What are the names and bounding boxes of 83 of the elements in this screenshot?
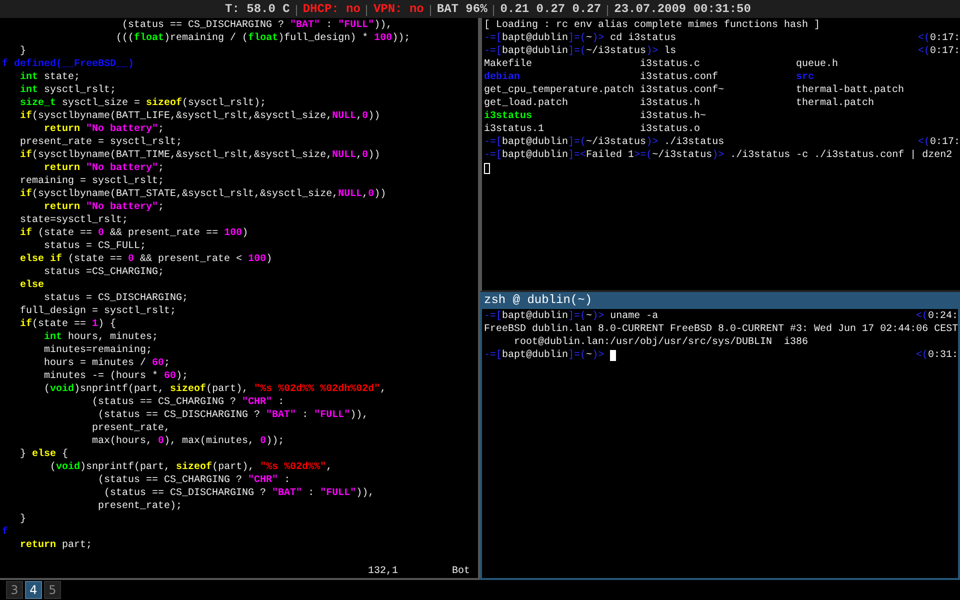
command-line: -=[bapt@dublin]=(~)> [484,349,606,362]
code-line: else if (state == 0 && present_rate < 100) [19,253,272,266]
status-item: 0.21 0.27 0.27 [500,2,602,16]
code-line: size_t sysctl_size = sizeof(sysctl_rslt); [19,97,266,110]
code-line: present_rate = sysctl_rslt; [19,136,182,149]
code-line: if(state == 1) { [19,318,116,331]
timestamp: <(0:31: [916,349,958,362]
code-line: minutes=remaining; [43,344,152,357]
code-line: } else { [19,448,68,461]
cursor-position: 132,1 [368,565,398,578]
file-name: i3status.1 [484,123,544,136]
code-line: (status == CS_CHARGING ? "CHR" : [91,396,284,409]
code-line: if(sysctlbyname(BATT_STATE,&sysctl_rslt,&sysctl_size,NULL,0)) [19,188,386,201]
output-line: root@dublin.lan:/usr/obj/usr/src/sys/DUBLIN i386 [513,336,808,349]
file-name: i3status.h [640,97,700,110]
file-name: src [796,71,814,84]
code-line: f [2,526,8,539]
file-name: i3status.h~ [640,110,706,123]
window-title: zsh @ dublin(~) [482,292,958,309]
code-line: } [19,45,26,58]
file-name: debian [484,71,520,84]
code-line: if(sysctlbyname(BATT_LIFE,&sysctl_rslt,&sysctl_size,NULL,0)) [19,110,380,123]
code-line: state=sysctl_rslt; [19,214,128,227]
code-line: f defined(__FreeBSD__) [2,58,134,71]
timestamp: <(0:17: [918,32,960,45]
code-line: present_rate); [97,500,182,513]
code-line: if (state == 0 && present_rate == 100) [19,227,248,240]
code-line: return "No battery"; [43,162,164,175]
command-line: -=[bapt@dublin]=(~/i3status)> ls [484,45,676,58]
file-name: thermal.patch [796,97,874,110]
code-line: (status == CS_DISCHARGING ? "BAT" : "FULL")), [103,487,374,500]
scroll-position: Bot [452,565,470,578]
code-line: minutes -= (hours * 60); [43,370,188,383]
file-name: Makefile [484,58,532,71]
output-line: FreeBSD dublin.lan 8.0-CURRENT FreeBSD 8.0-CURRENT #3: Wed Jun 17 02:44:06 CEST [484,323,958,336]
code-line: if(sysctlbyname(BATT_TIME,&sysctl_rslt,&sysctl_size,NULL,0)) [19,149,380,162]
code-line: full_design = sysctl_rslt; [19,305,176,318]
code-line: (((float)remaining / (float)full_design) * 100)); [115,32,410,45]
timestamp: <(0:17: [918,45,960,58]
file-name: get_load.patch [484,97,568,110]
code-line: return "No battery"; [43,201,164,214]
code-line: (void)snprintf(part, sizeof(part), "%s %02d%% %02dh%02d", [43,383,386,396]
workspace-button[interactable]: 4 [25,581,42,599]
status-item: VPN: no [373,2,424,16]
code-line: status = CS_DISCHARGING; [43,292,188,305]
file-name: queue.h [796,58,838,71]
command-line: -=[bapt@dublin]=<Failed 1>=(~/i3status)> ./i3status -c ./i3status.conf | dzen2 [484,149,952,162]
code-line: status =CS_CHARGING; [44,266,164,279]
output-line: [ Loading : rc env alias complete mimes functions hash ] [484,19,820,32]
file-name: i3status.c [640,58,700,71]
code-line: hours = minutes / 60; [43,357,170,370]
status-item: BAT 96% [436,2,488,16]
code-line: int sysctl_rslt; [19,84,116,97]
code-line: (status == CS_CHARGING ? "CHR" : [97,474,290,487]
workspace-button[interactable]: 3 [6,581,23,599]
command-line: -=[bapt@dublin]=(~)> uname -a [484,310,658,323]
file-name: i3status.o [640,123,700,136]
code-line: int state; [19,71,80,84]
status-item: T: 58.0 C [225,2,290,16]
code-line: (status == CS_DISCHARGING ? "BAT" : "FULL")), [121,19,392,32]
status-item: DHCP: no [302,2,360,16]
code-line: (void)snprintf(part, sizeof(part), "%s %02d%%", [49,461,332,474]
code-line: max(hours, 0), max(minutes, 0)); [91,435,284,448]
file-name: i3status.conf~ [640,84,724,97]
code-line: return part; [19,539,92,552]
command-line: -=[bapt@dublin]=(~/i3status)> ./i3status [484,136,724,149]
code-line: int hours, minutes; [43,331,158,344]
file-name: i3status.conf [640,71,718,84]
workspace-button[interactable]: 5 [44,581,61,599]
command-line: -=[bapt@dublin]=(~)> cd i3status [484,32,676,45]
file-name: thermal-batt.patch [796,84,904,97]
code-line: else [19,279,44,292]
code-line: } [19,513,26,526]
timestamp: <(0:24: [916,310,958,323]
code-line: return "No battery"; [43,123,164,136]
code-line: status = CS_FULL; [43,240,146,253]
file-name: i3status [484,110,532,123]
status-item: 23.07.2009 00:31:50 [614,2,751,16]
timestamp: <(0:17: [918,136,960,149]
code-line: (status == CS_DISCHARGING ? "BAT" : "FULL")), [97,409,368,422]
code-line: remaining = sysctl_rslt; [19,175,164,188]
code-line: present_rate, [91,422,170,435]
file-name: get_cpu_temperature.patch [484,84,634,97]
